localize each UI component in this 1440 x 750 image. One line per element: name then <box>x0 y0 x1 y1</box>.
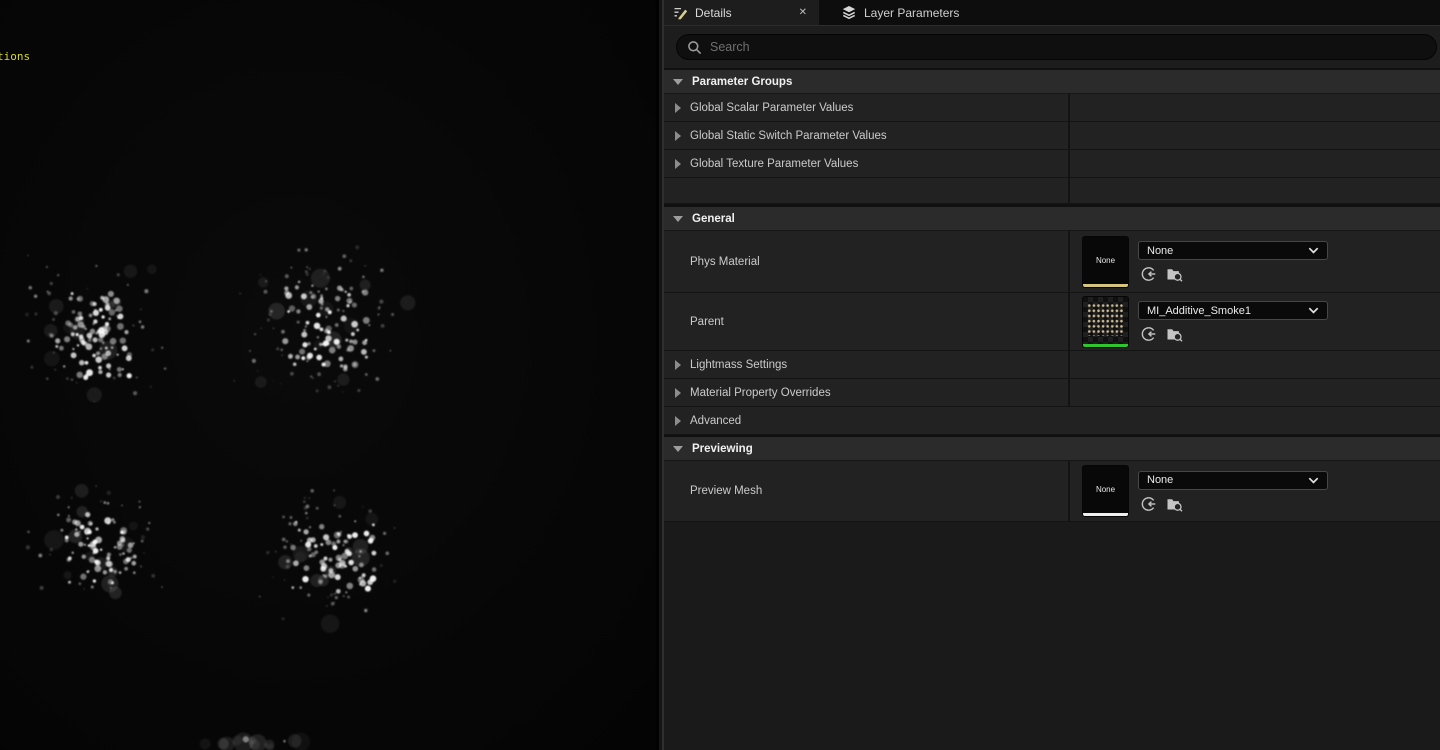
search-icon <box>687 40 702 55</box>
phys-material-label-cell: Phys Material <box>664 231 1068 292</box>
chevron-down-icon <box>1308 247 1319 254</box>
row-label: Advanced <box>690 414 742 427</box>
row-value-cell <box>1068 379 1440 406</box>
row-preview-mesh: Preview Mesh None None <box>664 461 1440 522</box>
use-selected-asset-icon[interactable] <box>1140 266 1156 282</box>
row-label: Global Texture Parameter Values <box>690 157 859 170</box>
row-empty <box>664 178 1440 204</box>
asset-type-underline <box>1083 513 1128 516</box>
thumbnail-none-label: None <box>1095 485 1116 494</box>
phys-material-combobox[interactable]: None <box>1138 241 1328 260</box>
app-root: tions Details ✕ Layer Parameters Search … <box>0 0 1440 750</box>
details-panel: Details ✕ Layer Parameters Search Parame… <box>664 0 1440 750</box>
section-title: Previewing <box>692 442 753 455</box>
details-pencil-icon <box>673 5 688 20</box>
material-preview-viewport[interactable]: tions <box>0 0 656 750</box>
tab-close-icon[interactable]: ✕ <box>796 5 810 20</box>
section-header-general[interactable]: General <box>664 207 1440 231</box>
use-selected-asset-icon[interactable] <box>1140 496 1156 512</box>
row-label: Material Property Overrides <box>690 386 831 399</box>
row-global-scalar-parameter-values[interactable]: Global Scalar Parameter Values <box>664 94 1440 122</box>
row-advanced[interactable]: Advanced <box>664 407 1440 435</box>
row-material-property-overrides[interactable]: Material Property Overrides <box>664 379 1440 407</box>
parent-thumbnail[interactable] <box>1083 296 1128 347</box>
preview-mesh-label-cell: Preview Mesh <box>664 461 1068 521</box>
row-value-cell <box>1068 351 1440 378</box>
preview-mesh-label: Preview Mesh <box>690 485 763 497</box>
combobox-value: None <box>1147 474 1174 486</box>
sprite-sheet-dots <box>1087 302 1124 336</box>
tab-details-label: Details <box>695 5 732 20</box>
phys-material-thumbnail[interactable]: None <box>1083 236 1128 287</box>
row-label: Global Scalar Parameter Values <box>690 101 854 114</box>
smoke-particles-svg <box>25 245 416 750</box>
panel-splitter[interactable] <box>656 0 664 750</box>
browse-to-asset-icon[interactable] <box>1166 496 1183 512</box>
row-phys-material: Phys Material None None <box>664 231 1440 293</box>
parent-combobox[interactable]: MI_Additive_Smoke1 <box>1138 301 1328 320</box>
asset-type-underline <box>1083 343 1128 347</box>
viewport-stat-text: tions <box>0 50 31 63</box>
row-parent: Parent MI_Additive_Smoke1 <box>664 293 1440 351</box>
combobox-value: MI_Additive_Smoke1 <box>1147 304 1251 317</box>
tab-layer-parameters[interactable]: Layer Parameters <box>832 0 968 25</box>
expander-right-icon[interactable] <box>675 415 681 426</box>
collapse-arrow-down-icon <box>673 215 683 222</box>
panel-tab-bar: Details ✕ Layer Parameters <box>664 0 1440 25</box>
chevron-down-icon <box>1308 477 1319 484</box>
phys-material-label: Phys Material <box>690 255 760 268</box>
expander-right-icon[interactable] <box>675 359 681 370</box>
preview-mesh-thumbnail[interactable]: None <box>1083 466 1128 516</box>
row-value-cell <box>1068 178 1440 203</box>
row-label: Global Static Switch Parameter Values <box>690 129 887 142</box>
row-label: Lightmass Settings <box>690 358 788 371</box>
use-selected-asset-icon[interactable] <box>1140 326 1156 342</box>
parent-label: Parent <box>690 315 724 328</box>
preview-mesh-combobox[interactable]: None <box>1138 470 1328 490</box>
browse-to-asset-icon[interactable] <box>1166 266 1183 282</box>
chevron-down-icon <box>1308 307 1319 314</box>
row-value-cell <box>1068 150 1440 177</box>
expander-right-icon[interactable] <box>675 102 681 113</box>
expander-right-icon[interactable] <box>675 387 681 398</box>
row-global-texture-parameter-values[interactable]: Global Texture Parameter Values <box>664 150 1440 178</box>
expander-right-icon[interactable] <box>675 158 681 169</box>
row-value-cell <box>1068 122 1440 149</box>
collapse-arrow-down-icon <box>673 78 683 85</box>
asset-type-underline <box>1083 283 1128 287</box>
section-title: General <box>692 212 735 225</box>
section-header-previewing[interactable]: Previewing <box>664 437 1440 461</box>
tab-layer-parameters-label: Layer Parameters <box>864 5 960 20</box>
thumbnail-none-label: None <box>1095 255 1116 265</box>
row-lightmass-settings[interactable]: Lightmass Settings <box>664 351 1440 379</box>
parent-label-cell: Parent <box>664 293 1068 350</box>
search-box[interactable] <box>676 34 1437 60</box>
section-title: Parameter Groups <box>692 75 793 88</box>
layers-icon <box>841 5 857 20</box>
browse-to-asset-icon[interactable] <box>1166 326 1183 342</box>
search-input[interactable] <box>710 40 1426 54</box>
row-global-static-switch-parameter-values[interactable]: Global Static Switch Parameter Values <box>664 122 1440 150</box>
panel-empty-area <box>664 522 1440 750</box>
collapse-arrow-down-icon <box>673 445 683 452</box>
combobox-value: None <box>1147 244 1174 257</box>
expander-right-icon[interactable] <box>675 130 681 141</box>
tab-details[interactable]: Details ✕ <box>664 0 819 25</box>
section-header-parameter-groups[interactable]: Parameter Groups <box>664 70 1440 94</box>
row-value-cell <box>1068 94 1440 121</box>
search-row <box>664 25 1440 68</box>
